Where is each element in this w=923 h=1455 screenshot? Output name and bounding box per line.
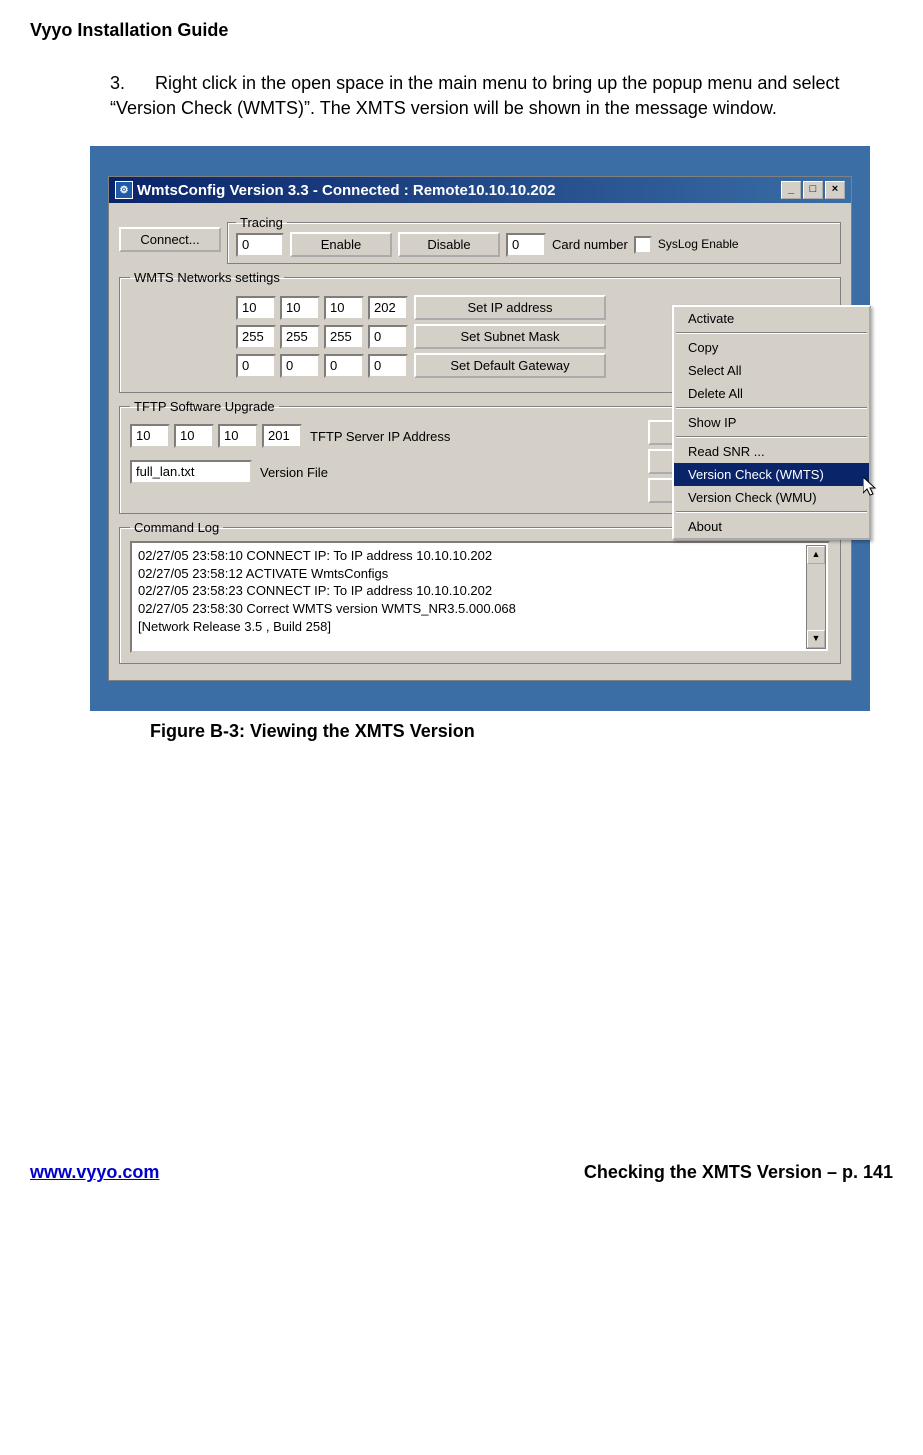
figure-caption: Figure B-3: Viewing the XMTS Version xyxy=(150,721,893,742)
scroll-up-icon[interactable]: ▲ xyxy=(807,546,825,564)
tftp-ip-2[interactable]: 10 xyxy=(174,424,214,448)
menu-show-ip[interactable]: Show IP xyxy=(674,411,869,434)
syslog-enable-label: SysLog Enable xyxy=(658,238,739,251)
set-mask-button[interactable]: Set Subnet Mask xyxy=(414,324,606,349)
maximize-button[interactable]: □ xyxy=(803,181,823,199)
ip-octet-3[interactable]: 10 xyxy=(324,296,364,320)
set-gw-button[interactable]: Set Default Gateway xyxy=(414,353,606,378)
log-line: 02/27/05 23:58:23 CONNECT IP: To IP addr… xyxy=(138,582,822,600)
screenshot-container: ⚙ WmtsConfig Version 3.3 - Connected : R… xyxy=(90,146,870,711)
app-icon: ⚙ xyxy=(115,181,133,199)
footer-page-info: Checking the XMTS Version – p. 141 xyxy=(584,1162,893,1183)
step-text: Right click in the open space in the mai… xyxy=(110,73,839,118)
ip-octet-1[interactable]: 10 xyxy=(236,296,276,320)
menu-select-all[interactable]: Select All xyxy=(674,359,869,382)
tftp-ip-4[interactable]: 201 xyxy=(262,424,302,448)
card-number-label: Card number xyxy=(552,237,628,252)
card-number-input[interactable]: 0 xyxy=(506,233,546,257)
mask-octet-1[interactable]: 255 xyxy=(236,325,276,349)
doc-header: Vyyo Installation Guide xyxy=(30,20,893,41)
tftp-legend: TFTP Software Upgrade xyxy=(130,399,279,414)
page-footer: www.vyyo.com Checking the XMTS Version –… xyxy=(30,1162,893,1183)
step-number: 3. xyxy=(110,73,125,93)
connect-button[interactable]: Connect... xyxy=(119,227,221,252)
tracing-value-input[interactable]: 0 xyxy=(236,233,284,257)
menu-activate[interactable]: Activate xyxy=(674,307,869,330)
tftp-ip-label: TFTP Server IP Address xyxy=(310,429,450,444)
tracing-disable-button[interactable]: Disable xyxy=(398,232,500,257)
gw-octet-3[interactable]: 0 xyxy=(324,354,364,378)
menu-version-check-wmts[interactable]: Version Check (WMTS) xyxy=(674,463,869,486)
footer-link[interactable]: www.vyyo.com xyxy=(30,1162,159,1183)
scroll-down-icon[interactable]: ▼ xyxy=(807,630,825,648)
app-window: ⚙ WmtsConfig Version 3.3 - Connected : R… xyxy=(108,176,852,681)
tftp-ip-1[interactable]: 10 xyxy=(130,424,170,448)
gw-octet-4[interactable]: 0 xyxy=(368,354,408,378)
log-line: 02/27/05 23:58:30 Correct WMTS version W… xyxy=(138,600,822,618)
close-button[interactable]: × xyxy=(825,181,845,199)
log-line: 02/27/05 23:58:10 CONNECT IP: To IP addr… xyxy=(138,547,822,565)
gw-octet-1[interactable]: 0 xyxy=(236,354,276,378)
syslog-enable-checkbox[interactable] xyxy=(634,236,652,254)
log-line: 02/27/05 23:58:12 ACTIVATE WmtsConfigs xyxy=(138,565,822,583)
menu-copy[interactable]: Copy xyxy=(674,336,869,359)
tftp-ip-3[interactable]: 10 xyxy=(218,424,258,448)
minimize-button[interactable]: _ xyxy=(781,181,801,199)
menu-about[interactable]: About xyxy=(674,515,869,538)
mask-octet-3[interactable]: 255 xyxy=(324,325,364,349)
ip-octet-2[interactable]: 10 xyxy=(280,296,320,320)
cursor-icon xyxy=(863,477,881,499)
tracing-enable-button[interactable]: Enable xyxy=(290,232,392,257)
instruction-step: 3. Right click in the open space in the … xyxy=(110,71,853,121)
version-file-label: Version File xyxy=(260,465,328,480)
menu-version-check-wmu[interactable]: Version Check (WMU) xyxy=(674,486,869,509)
command-log-legend: Command Log xyxy=(130,520,223,535)
set-ip-button[interactable]: Set IP address xyxy=(414,295,606,320)
command-log-group: Command Log 02/27/05 23:58:10 CONNECT IP… xyxy=(119,520,841,664)
version-file-input[interactable]: full_lan.txt xyxy=(130,460,252,484)
log-line: [Network Release 3.5 , Build 258] xyxy=(138,618,822,636)
context-menu: Activate Copy Select All Delete All Show… xyxy=(672,305,871,540)
ip-octet-4[interactable]: 202 xyxy=(368,296,408,320)
mask-octet-4[interactable]: 0 xyxy=(368,325,408,349)
log-scrollbar[interactable]: ▲ ▼ xyxy=(806,545,826,649)
mask-octet-2[interactable]: 255 xyxy=(280,325,320,349)
gw-octet-2[interactable]: 0 xyxy=(280,354,320,378)
menu-read-snr[interactable]: Read SNR ... xyxy=(674,440,869,463)
window-titlebar: ⚙ WmtsConfig Version 3.3 - Connected : R… xyxy=(109,177,851,203)
window-title: WmtsConfig Version 3.3 - Connected : Rem… xyxy=(137,182,555,199)
command-log-text[interactable]: 02/27/05 23:58:10 CONNECT IP: To IP addr… xyxy=(130,541,830,653)
tracing-legend: Tracing xyxy=(236,215,287,230)
networks-legend: WMTS Networks settings xyxy=(130,270,284,285)
menu-delete-all[interactable]: Delete All xyxy=(674,382,869,405)
